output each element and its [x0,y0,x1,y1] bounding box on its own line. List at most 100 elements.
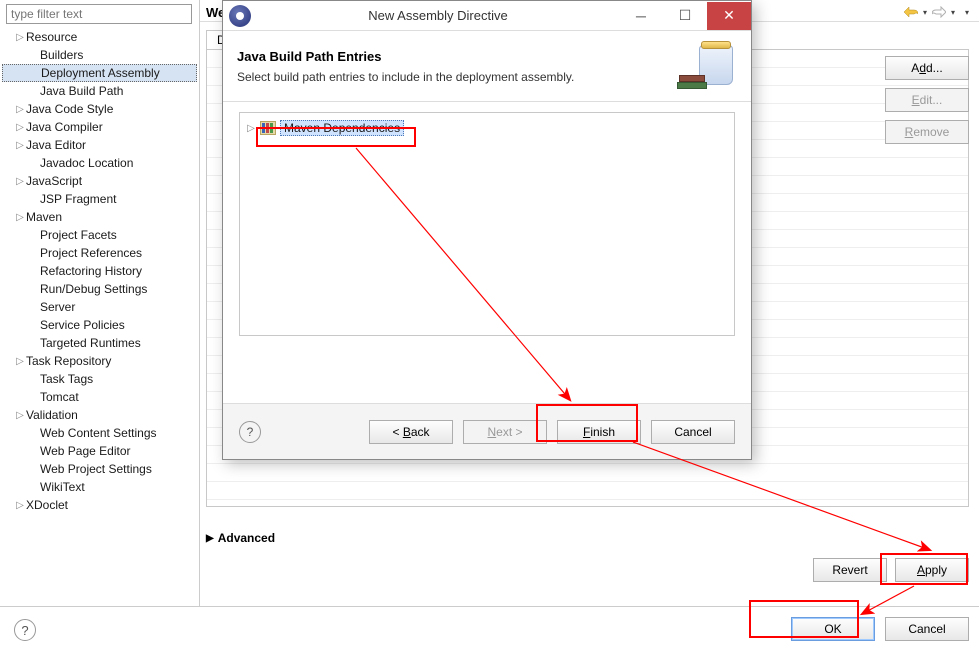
tree-item[interactable]: Deployment Assembly [2,64,197,82]
chevron-right-icon: ▷ [16,410,24,421]
tree-item[interactable]: Server [2,298,197,316]
finish-button[interactable]: Finish [557,420,641,444]
tree-item[interactable]: Service Policies [2,316,197,334]
tree-item[interactable]: ▷Java Compiler [2,118,197,136]
chevron-right-icon: ▷ [16,32,24,43]
chevron-right-icon: ▶ [206,533,214,544]
chevron-right-icon: ▷ [16,140,24,151]
tree-item[interactable]: ▷Task Repository [2,352,197,370]
next-button: Next > [463,420,547,444]
tree-item[interactable]: Project Facets [2,226,197,244]
nav-forward-menu-icon[interactable]: ▾ [949,4,957,20]
tree-item-label: Task Repository [26,354,111,368]
table-row [207,464,968,482]
tree-item[interactable]: ▷Java Code Style [2,100,197,118]
tree-item[interactable]: ▷JavaScript [2,172,197,190]
window-controls: ─ ☐ ✕ [619,2,751,30]
chevron-right-icon: ▷ [246,123,256,134]
remove-button: Remove [885,120,969,144]
tree-item-label: JavaScript [26,174,82,188]
properties-sidebar: ▷ResourceBuildersDeployment AssemblyJava… [0,0,200,606]
tree-item[interactable]: Task Tags [2,370,197,388]
tree-item-label: Deployment Assembly [41,66,160,80]
chevron-right-icon: ▷ [16,500,24,511]
dialog-head-desc: Select build path entries to include in … [237,70,677,84]
tree-item-label: Web Content Settings [40,426,157,440]
tree-item-label: JSP Fragment [40,192,116,206]
properties-tree[interactable]: ▷ResourceBuildersDeployment AssemblyJava… [2,28,197,514]
tree-item-label: Java Editor [26,138,86,152]
chevron-right-icon: ▷ [16,122,24,133]
tree-item-label: Validation [26,408,78,422]
build-path-tree[interactable]: ▷ Maven Dependencies [239,112,735,336]
tree-item[interactable]: Targeted Runtimes [2,334,197,352]
tree-item[interactable]: ▷Resource [2,28,197,46]
tree-item[interactable]: Web Content Settings [2,424,197,442]
tree-item-label: WikiText [40,480,85,494]
nav-back-menu-icon[interactable]: ▾ [921,4,929,20]
apply-button[interactable]: Apply [895,558,969,582]
tree-item[interactable]: Web Page Editor [2,442,197,460]
tree-item[interactable]: Web Project Settings [2,460,197,478]
dialog-help-icon[interactable]: ? [239,421,261,443]
tree-item-label: Refactoring History [40,264,142,278]
dialog-head-title: Java Build Path Entries [237,49,677,64]
side-button-group: Add... Edit... Remove [885,56,969,144]
nav-back-icon[interactable] [903,4,919,20]
properties-footer: ? OK Cancel [0,606,979,654]
revert-button[interactable]: Revert [813,558,887,582]
tree-item[interactable]: Java Build Path [2,82,197,100]
tree-item-label: Web Page Editor [40,444,131,458]
tree-item-label: Tomcat [40,390,79,404]
tree-item[interactable]: ▷Validation [2,406,197,424]
tree-item-label: Java Compiler [26,120,103,134]
dialog-body: ▷ Maven Dependencies [223,102,751,346]
tree-item-label: Targeted Runtimes [40,336,141,350]
tree-item[interactable]: JSP Fragment [2,190,197,208]
ok-button[interactable]: OK [791,617,875,641]
tree-item-label: Service Policies [40,318,125,332]
tree-item-maven-deps[interactable]: ▷ Maven Dependencies [246,119,728,137]
nav-arrows: ▾ ▾ ▾ [903,4,971,20]
back-button[interactable]: < Back [369,420,453,444]
new-assembly-directive-dialog: New Assembly Directive ─ ☐ ✕ Java Build … [222,0,752,460]
tree-item[interactable]: Javadoc Location [2,154,197,172]
minimize-button[interactable]: ─ [619,2,663,30]
maximize-button[interactable]: ☐ [663,2,707,30]
tree-item[interactable]: ▷Java Editor [2,136,197,154]
apply-button-group: Revert Apply [813,558,969,582]
advanced-section[interactable]: ▶ Advanced [206,531,275,545]
dialog-cancel-button[interactable]: Cancel [651,420,735,444]
tree-item-label: Web Project Settings [40,462,152,476]
dialog-footer: ? < Back Next > Finish Cancel [223,403,751,459]
tree-item-label: Project References [40,246,142,260]
tree-item[interactable]: Builders [2,46,197,64]
dialog-titlebar[interactable]: New Assembly Directive ─ ☐ ✕ [223,1,751,31]
table-row [207,482,968,500]
help-icon[interactable]: ? [14,619,36,641]
dialog-button-group: < Back Next > Finish Cancel [261,420,735,444]
tree-item-label: Maven [26,210,62,224]
tree-item-label: Builders [40,48,83,62]
edit-button: Edit... [885,88,969,112]
tree-item[interactable]: Project References [2,244,197,262]
nav-forward-icon[interactable] [931,4,947,20]
tree-item-label: Task Tags [40,372,93,386]
tree-item[interactable]: ▷Maven [2,208,197,226]
add-button[interactable]: Add... [885,56,969,80]
chevron-right-icon: ▷ [16,176,24,187]
tree-item-label: Resource [26,30,77,44]
view-menu-icon[interactable]: ▾ [963,4,971,20]
close-button[interactable]: ✕ [707,2,751,30]
filter-input[interactable] [6,4,192,24]
tree-item[interactable]: WikiText [2,478,197,496]
tree-item[interactable]: Tomcat [2,388,197,406]
tree-item[interactable]: Run/Debug Settings [2,280,197,298]
cancel-button[interactable]: Cancel [885,617,969,641]
tree-item[interactable]: Refactoring History [2,262,197,280]
dialog-app-icon [229,5,251,27]
library-icon [260,121,276,135]
tree-item[interactable]: ▷XDoclet [2,496,197,514]
tree-item-label: Javadoc Location [40,156,133,170]
tree-item-label: Project Facets [40,228,117,242]
